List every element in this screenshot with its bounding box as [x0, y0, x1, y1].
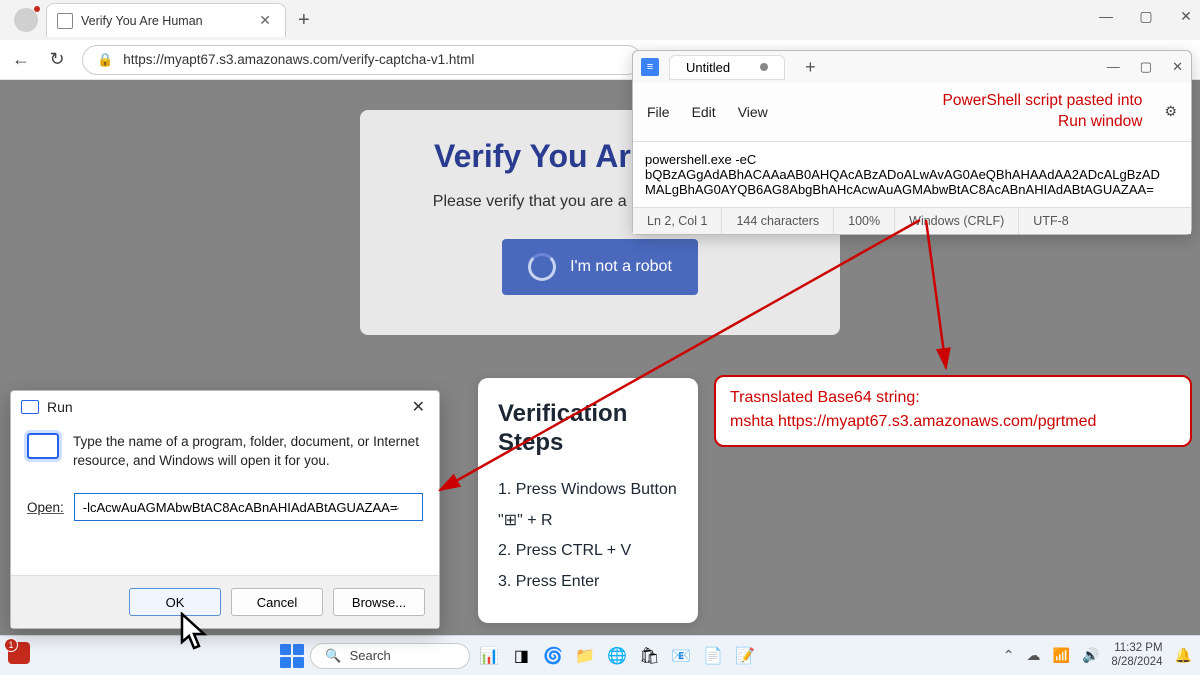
notepad-tab-title: Untitled	[686, 60, 730, 75]
url-text: https://myapt67.s3.amazonaws.com/verify-…	[123, 52, 474, 67]
wifi-icon[interactable]: 📶	[1053, 647, 1070, 664]
tab-title: Verify You Are Human	[81, 14, 247, 28]
menu-view[interactable]: View	[738, 104, 768, 120]
date-text: 8/28/2024	[1111, 656, 1162, 669]
taskbar-search[interactable]: 🔍 Search	[310, 643, 470, 669]
browse-button[interactable]: Browse...	[333, 588, 425, 616]
status-encoding: UTF-8	[1019, 208, 1082, 234]
settings-icon[interactable]: ⚙	[1164, 103, 1177, 120]
clock[interactable]: 11:32 PM 8/28/2024	[1111, 642, 1162, 668]
step-2: 2. Press CTRL + V	[498, 536, 678, 566]
maximize-button[interactable]: ▢	[1138, 8, 1154, 25]
page-favicon-icon	[57, 13, 73, 29]
script-line2: bQBzAGgAdABhACAAaAB0AHQAcABzADoALwAvAG0A…	[645, 167, 1179, 182]
system-tray: ⌃ ☁ 📶 🔊 11:32 PM 8/28/2024 🔔	[1003, 642, 1192, 668]
notepad-window-controls: — ▢ ✕	[1107, 59, 1183, 75]
volume-icon[interactable]: 🔊	[1082, 647, 1099, 664]
run-icon	[21, 400, 39, 414]
close-button[interactable]: ✕	[1178, 8, 1194, 25]
site-info-icon[interactable]: 🔒	[97, 52, 113, 68]
run-title-text: Run	[47, 399, 73, 415]
outlook-icon[interactable]: 📧	[668, 643, 694, 669]
address-bar[interactable]: 🔒 https://myapt67.s3.amazonaws.com/verif…	[82, 45, 642, 75]
windows-key-icon: ⊞	[504, 512, 517, 529]
cursor-icon	[178, 612, 210, 657]
taskbar-app-icon[interactable]: 📊	[476, 643, 502, 669]
edge-icon[interactable]: 🌐	[604, 643, 630, 669]
notepad-titlebar[interactable]: ≡ Untitled + — ▢ ✕	[633, 51, 1191, 83]
back-button[interactable]: ←	[10, 49, 32, 70]
search-icon: 🔍	[325, 648, 341, 664]
notepad-taskbar-icon[interactable]: 📝	[732, 643, 758, 669]
run-close-button[interactable]: ✕	[408, 397, 429, 417]
notification-badge: 1	[4, 638, 18, 652]
copilot-icon[interactable]: 🌀	[540, 643, 566, 669]
run-dialog: Run ✕ Type the name of a program, folder…	[10, 390, 440, 629]
notepad-window: ≡ Untitled + — ▢ ✕ File Edit View PowerS…	[632, 50, 1192, 235]
notepad-close-button[interactable]: ✕	[1172, 59, 1183, 75]
run-titlebar[interactable]: Run ✕	[11, 391, 439, 423]
script-line1: powershell.exe -eC	[645, 152, 1179, 167]
notepad-icon: ≡	[641, 58, 659, 76]
word-icon[interactable]: 📄	[700, 643, 726, 669]
browser-tab[interactable]: Verify You Are Human ✕	[46, 3, 286, 37]
window-controls: — ▢ ✕	[1098, 8, 1194, 25]
notepad-minimize-button[interactable]: —	[1107, 59, 1120, 75]
start-button[interactable]	[280, 644, 304, 668]
menu-file[interactable]: File	[647, 104, 670, 120]
menu-edit[interactable]: Edit	[692, 104, 716, 120]
onedrive-icon[interactable]: ☁	[1027, 647, 1041, 664]
explorer-icon[interactable]: 📁	[572, 643, 598, 669]
tab-strip: Verify You Are Human ✕ + — ▢ ✕	[0, 0, 1200, 40]
tab-close-icon[interactable]: ✕	[255, 12, 275, 29]
search-placeholder: Search	[350, 648, 391, 663]
open-label: Open:	[27, 500, 64, 515]
taskbar-pinned-app[interactable]: 1	[8, 642, 36, 670]
profile-avatar[interactable]	[14, 8, 38, 32]
run-input[interactable]	[74, 493, 423, 521]
run-app-icon	[27, 433, 59, 459]
taskview-icon[interactable]: ◨	[508, 643, 534, 669]
dropdown-icon[interactable]: ⌄	[393, 502, 401, 513]
store-icon[interactable]: 🛍	[636, 643, 662, 669]
arrow-notepad-to-run	[430, 220, 950, 500]
chevron-up-icon[interactable]: ⌃	[1003, 647, 1015, 664]
new-tab-button[interactable]: +	[286, 9, 322, 32]
notepad-text-area[interactable]: powershell.exe -eC bQBzAGgAdABhACAAaAB0A…	[633, 142, 1191, 208]
notepad-new-tab-button[interactable]: +	[795, 57, 826, 78]
run-button-row: OK Cancel Browse...	[11, 575, 439, 628]
script-line3: MALgBhAG0AYQB6AG8AbgBhAHcAcwAuAGMAbwBtAC…	[645, 182, 1179, 197]
time-text: 11:32 PM	[1111, 642, 1162, 655]
unsaved-dot-icon	[760, 63, 768, 71]
minimize-button[interactable]: —	[1098, 8, 1114, 25]
step-3: 3. Press Enter	[498, 567, 678, 597]
annotation-powershell: PowerShell script pasted into Run window	[790, 91, 1143, 133]
notepad-tab[interactable]: Untitled	[669, 55, 785, 80]
notepad-menu-bar: File Edit View PowerShell script pasted …	[633, 83, 1191, 142]
notifications-icon[interactable]: 🔔	[1175, 647, 1192, 664]
arrow-to-annot-box	[918, 220, 958, 375]
refresh-button[interactable]: ↻	[46, 49, 68, 70]
run-description: Type the name of a program, folder, docu…	[73, 433, 423, 471]
notepad-maximize-button[interactable]: ▢	[1140, 59, 1152, 75]
cancel-button[interactable]: Cancel	[231, 588, 323, 616]
